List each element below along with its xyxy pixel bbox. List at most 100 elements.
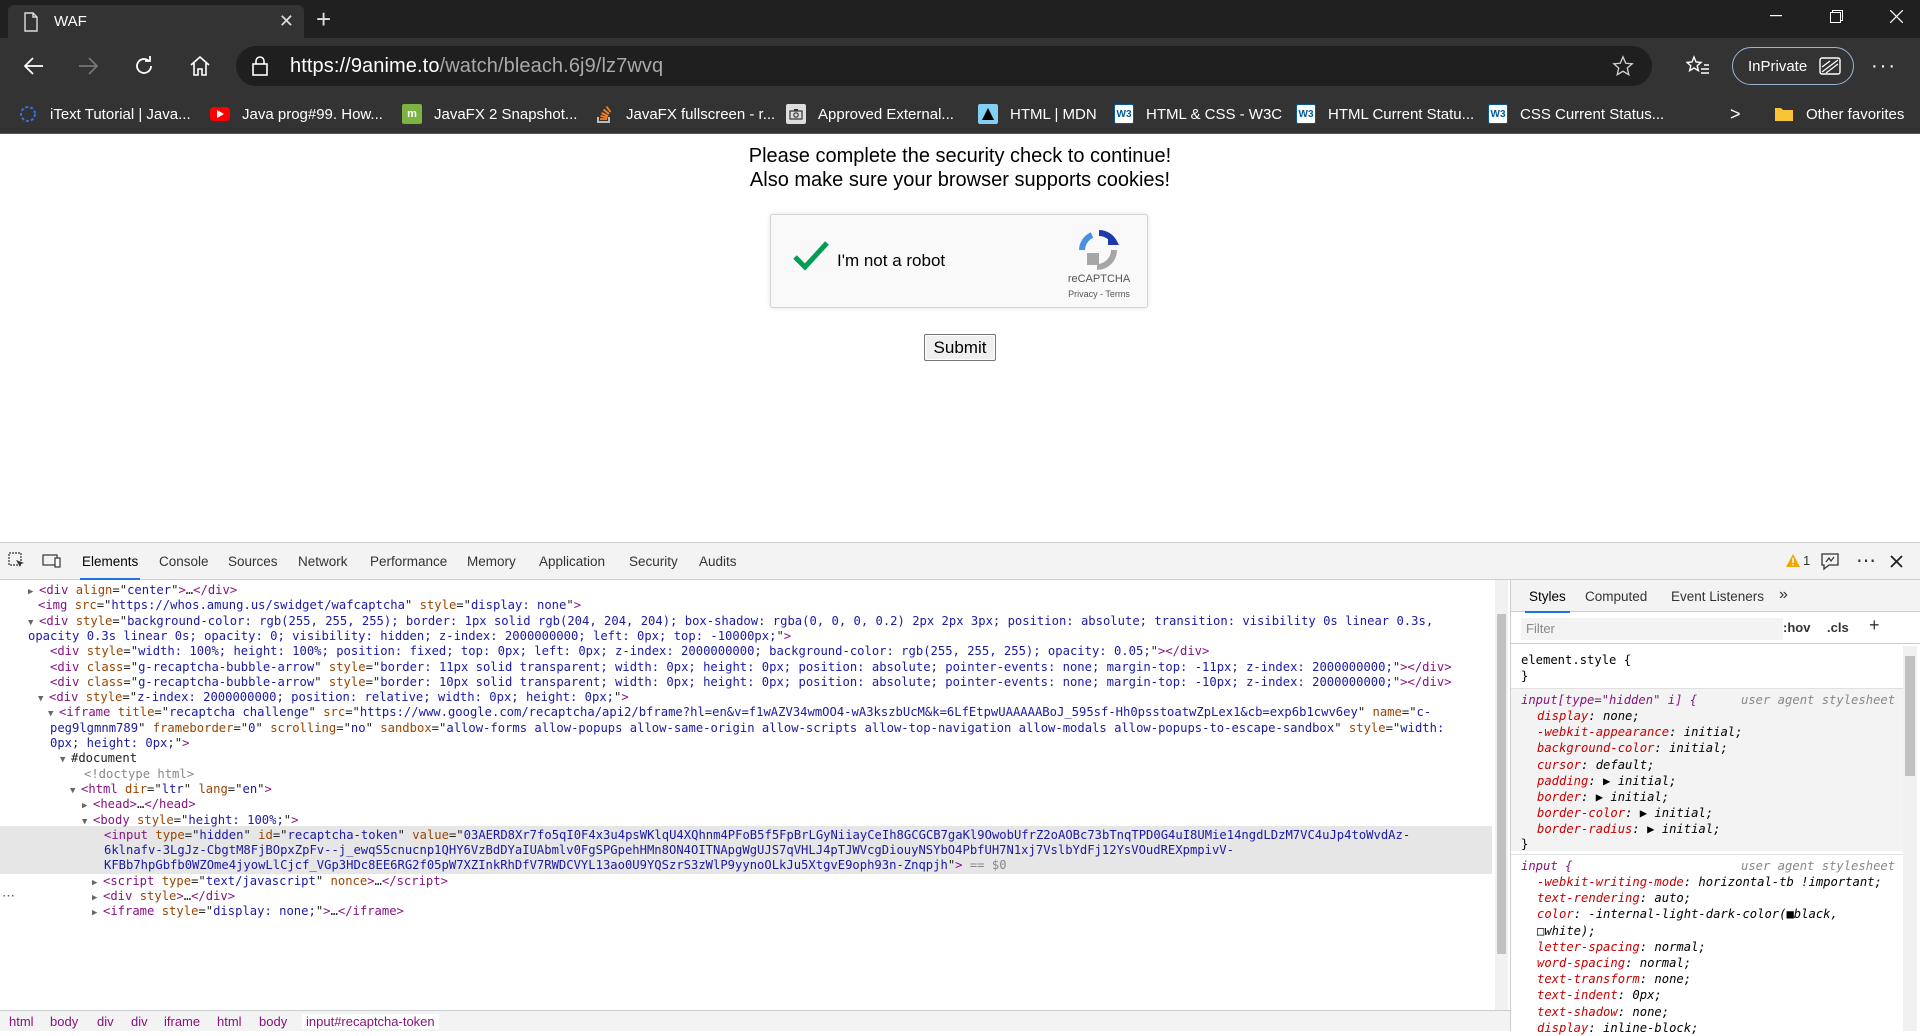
- favorite-item[interactable]: W3 CSS Current Status...: [1488, 103, 1664, 125]
- css-property[interactable]: border: ▶ initial;: [1537, 789, 1669, 805]
- css-property[interactable]: text-rendering: auto;: [1537, 890, 1691, 906]
- more-favorites-button[interactable]: >: [1730, 103, 1741, 125]
- favorite-item[interactable]: Approved External...: [786, 103, 954, 125]
- tab-elements[interactable]: Elements: [79, 554, 141, 580]
- close-window-icon[interactable]: [1866, 0, 1920, 32]
- new-tab-button[interactable]: +: [316, 4, 331, 35]
- tab-network[interactable]: Network: [298, 554, 348, 569]
- css-property[interactable]: text-shadow: none;: [1537, 1004, 1669, 1020]
- tab-console[interactable]: Console: [159, 554, 209, 569]
- inprivate-badge[interactable]: InPrivate: [1732, 47, 1854, 85]
- favorite-item[interactable]: HTML | MDN: [978, 103, 1097, 125]
- favorite-item[interactable]: Java prog#99. How...: [210, 103, 383, 125]
- breadcrumb-item[interactable]: html: [217, 1014, 242, 1029]
- styles-scrollbar[interactable]: [1903, 646, 1917, 1031]
- recaptcha-privacy-terms[interactable]: Privacy - Terms: [1061, 289, 1137, 299]
- breadcrumb-item[interactable]: div: [131, 1014, 148, 1029]
- tab-memory[interactable]: Memory: [467, 554, 516, 569]
- stackoverflow-icon: [594, 104, 614, 124]
- breadcrumb-item[interactable]: div: [97, 1014, 114, 1029]
- tab-security[interactable]: Security: [629, 554, 678, 569]
- forward-arrow-icon[interactable]: [70, 48, 106, 84]
- css-property[interactable]: text-transform: none;: [1537, 971, 1691, 987]
- css-property[interactable]: color: -internal-light-dark-color(■black…: [1537, 906, 1838, 922]
- favorites-hub-icon[interactable]: [1680, 48, 1716, 84]
- css-property[interactable]: text-indent: 0px;: [1537, 987, 1662, 1003]
- css-property[interactable]: display: none;: [1537, 708, 1640, 724]
- dom-node[interactable]: peg9lgmnm789" frameborder="0" scrolling=…: [50, 719, 1444, 737]
- css-property[interactable]: word-spacing: normal;: [1537, 955, 1691, 971]
- home-icon[interactable]: [182, 48, 218, 84]
- css-property[interactable]: -webkit-writing-mode: horizontal-tb !imp…: [1537, 874, 1882, 890]
- breadcrumb-item[interactable]: html: [9, 1014, 34, 1029]
- breadcrumb-item-active[interactable]: input#recaptcha-token: [302, 1014, 439, 1029]
- tab-title: WAF: [54, 13, 87, 30]
- refresh-icon[interactable]: [126, 48, 162, 84]
- lock-icon[interactable]: [252, 56, 268, 76]
- rule1-selector[interactable]: input[type="hidden" i] {: [1521, 692, 1697, 708]
- styles-filter-input[interactable]: Filter: [1521, 618, 1783, 640]
- inspect-element-icon[interactable]: [8, 552, 26, 570]
- favorite-item[interactable]: W3 HTML Current Statu...: [1296, 103, 1474, 125]
- dom-scrollbar-thumb[interactable]: [1497, 614, 1506, 954]
- tab-event-listeners[interactable]: Event Listeners: [1671, 589, 1764, 604]
- favorite-item[interactable]: JavaFX fullscreen - r...: [594, 103, 775, 125]
- css-property[interactable]: -webkit-appearance: initial;: [1537, 724, 1742, 740]
- dom-node[interactable]: ▶ <iframe style="display: none;">…</ifram…: [92, 902, 404, 920]
- url-host: https://9anime.to: [290, 55, 440, 77]
- favorite-star-icon[interactable]: [1612, 55, 1634, 77]
- favorite-item[interactable]: W3 HTML & CSS - W3C: [1114, 103, 1282, 125]
- checkmark-icon[interactable]: [791, 239, 831, 275]
- tab-computed[interactable]: Computed: [1585, 589, 1647, 604]
- cls-toggle[interactable]: .cls: [1827, 620, 1849, 635]
- close-tab-icon[interactable]: ✕: [279, 11, 294, 32]
- elements-dom-tree[interactable]: ▶ <div align="center">…</div> <img src="ht…: [0, 580, 1492, 1010]
- row-more-icon[interactable]: ⋯: [2, 887, 15, 905]
- styles-scrollbar-thumb[interactable]: [1905, 656, 1915, 776]
- back-arrow-icon[interactable]: [16, 48, 52, 84]
- tab-performance[interactable]: Performance: [370, 554, 447, 569]
- address-bar[interactable]: https://9anime.to/watch/bleach.6j9/lz7wv…: [236, 46, 1652, 86]
- css-property[interactable]: background-color: initial;: [1537, 740, 1728, 756]
- element-style-selector[interactable]: element.style {: [1521, 652, 1631, 668]
- tab-strip: WAF ✕ +: [0, 0, 1920, 38]
- url-text[interactable]: https://9anime.to/watch/bleach.6j9/lz7wv…: [290, 55, 663, 78]
- dom-scrollbar[interactable]: [1495, 580, 1508, 1010]
- warnings-indicator[interactable]: 1: [1786, 553, 1810, 568]
- css-property[interactable]: border-radius: ▶ initial;: [1537, 821, 1720, 837]
- breadcrumb-item[interactable]: iframe: [164, 1014, 200, 1029]
- favorite-item[interactable]: iText Tutorial | Java...: [18, 103, 191, 125]
- restore-icon[interactable]: [1806, 0, 1866, 32]
- tab-sources[interactable]: Sources: [228, 554, 278, 569]
- css-property[interactable]: □white);: [1537, 923, 1596, 939]
- tab-styles[interactable]: Styles: [1525, 589, 1570, 613]
- minimize-icon[interactable]: [1746, 0, 1806, 32]
- settings-more-icon[interactable]: ···: [1866, 48, 1902, 84]
- more-tabs-icon[interactable]: »: [1779, 586, 1788, 604]
- favorite-item[interactable]: m JavaFX 2 Snapshot...: [402, 103, 577, 125]
- new-style-rule-button[interactable]: +: [1869, 615, 1880, 636]
- rule2-selector[interactable]: input {: [1521, 858, 1572, 874]
- breadcrumb-item[interactable]: body: [50, 1014, 78, 1029]
- css-property[interactable]: cursor: default;: [1537, 757, 1654, 773]
- browser-tab[interactable]: WAF ✕: [8, 5, 304, 38]
- warning-icon: [1786, 554, 1800, 567]
- submit-button[interactable]: Submit: [924, 334, 996, 361]
- other-favorites-folder[interactable]: Other favorites: [1774, 103, 1904, 125]
- css-property[interactable]: display: inline-block;: [1537, 1020, 1698, 1036]
- breadcrumb-item[interactable]: body: [259, 1014, 287, 1029]
- styles-filter-row: Filter :hov .cls +: [1511, 612, 1920, 644]
- css-property[interactable]: border-color: ▶ initial;: [1537, 805, 1713, 821]
- css-property[interactable]: letter-spacing: normal;: [1537, 939, 1706, 955]
- devtools-more-icon[interactable]: ⋯: [1856, 548, 1877, 573]
- recaptcha-widget: I'm not a robot reCAPTCHA Privacy - Term…: [770, 214, 1148, 308]
- inprivate-icon: [1819, 57, 1841, 75]
- css-property[interactable]: padding: ▶ initial;: [1537, 773, 1676, 789]
- feedback-icon[interactable]: [1820, 552, 1840, 572]
- tab-audits[interactable]: Audits: [699, 554, 737, 569]
- hov-toggle[interactable]: :hov: [1783, 620, 1810, 635]
- tab-application[interactable]: Application: [539, 554, 605, 569]
- devtools-panel: Elements Console Sources Network Perform…: [0, 542, 1920, 1035]
- close-devtools-icon[interactable]: [1890, 555, 1903, 568]
- device-toolbar-icon[interactable]: [42, 552, 62, 570]
